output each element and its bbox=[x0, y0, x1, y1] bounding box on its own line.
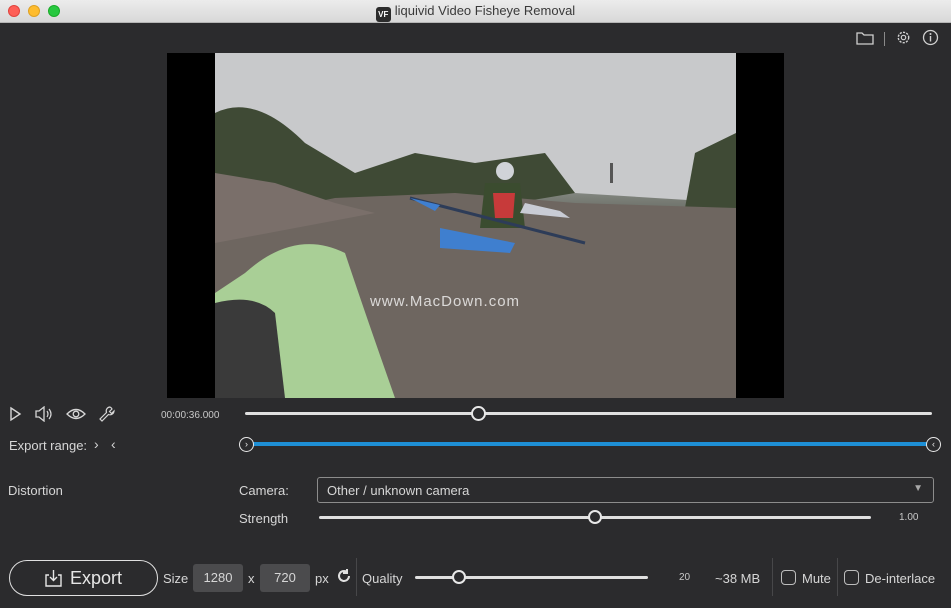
title-bar: VF liquivid Video Fisheye Removal bbox=[0, 0, 951, 23]
video-frame-image: www.MacDown.com bbox=[215, 53, 736, 398]
distortion-section-label: Distortion bbox=[8, 483, 63, 498]
play-icon[interactable] bbox=[8, 406, 22, 425]
range-end-chevron-icon[interactable]: ‹ bbox=[111, 436, 116, 452]
playback-knob[interactable] bbox=[471, 406, 487, 421]
top-toolbar bbox=[856, 29, 939, 49]
divider bbox=[772, 558, 773, 596]
quality-track[interactable] bbox=[415, 576, 648, 579]
divider bbox=[837, 558, 838, 596]
info-icon[interactable] bbox=[922, 29, 939, 49]
px-unit-label: px bbox=[315, 571, 329, 586]
deinterlace-label: De-interlace bbox=[865, 571, 936, 586]
quality-value: 20 bbox=[679, 572, 691, 583]
app-icon: VF bbox=[375, 7, 391, 22]
strength-value: 1.00 bbox=[899, 512, 919, 523]
camera-label: Camera: bbox=[239, 483, 289, 498]
camera-select-value: Other / unknown camera bbox=[327, 483, 470, 498]
wrench-icon[interactable] bbox=[98, 405, 116, 426]
mute-checkbox[interactable] bbox=[781, 570, 796, 585]
playback-time: 00:00:36.000 bbox=[161, 410, 220, 421]
file-size-estimate: ~38 MB bbox=[715, 571, 761, 586]
divider bbox=[356, 558, 357, 596]
strength-knob[interactable] bbox=[588, 510, 602, 524]
window-title: liquivid Video Fisheye Removal bbox=[394, 3, 576, 18]
width-input[interactable]: 1280 bbox=[193, 564, 243, 592]
size-label: Size bbox=[163, 571, 189, 586]
playback-track[interactable] bbox=[245, 412, 932, 415]
quality-knob[interactable] bbox=[452, 570, 467, 584]
gear-icon[interactable] bbox=[895, 29, 912, 49]
deinterlace-checkbox[interactable] bbox=[844, 570, 859, 585]
speaker-icon[interactable] bbox=[34, 405, 54, 425]
chevron-down-icon: ▼ bbox=[913, 483, 923, 494]
size-x-label: x bbox=[248, 571, 255, 586]
export-button-label: Export bbox=[69, 567, 123, 588]
export-range-track[interactable] bbox=[246, 442, 934, 446]
video-preview[interactable]: www.MacDown.com bbox=[167, 53, 784, 398]
range-start-chevron-icon[interactable]: › bbox=[94, 436, 99, 452]
range-end-handle[interactable]: ‹ bbox=[926, 437, 941, 452]
range-start-handle[interactable]: › bbox=[239, 437, 254, 452]
toolbar-divider bbox=[884, 32, 885, 46]
strength-label: Strength bbox=[239, 511, 289, 526]
export-range-label: Export range: bbox=[9, 438, 88, 453]
playback-controls bbox=[8, 405, 116, 426]
reset-size-icon[interactable] bbox=[336, 568, 352, 587]
export-button[interactable]: Export bbox=[9, 560, 158, 596]
quality-label: Quality bbox=[362, 571, 403, 586]
mute-label: Mute bbox=[802, 571, 831, 586]
eye-icon[interactable] bbox=[66, 407, 86, 424]
export-icon bbox=[45, 570, 62, 587]
folder-icon[interactable] bbox=[856, 31, 874, 48]
watermark-text: www.MacDown.com bbox=[370, 293, 521, 310]
height-input[interactable]: 720 bbox=[260, 564, 310, 592]
window-title-group: VF liquivid Video Fisheye Removal bbox=[0, 3, 951, 22]
camera-select[interactable]: Other / unknown camera ▼ bbox=[317, 477, 934, 503]
